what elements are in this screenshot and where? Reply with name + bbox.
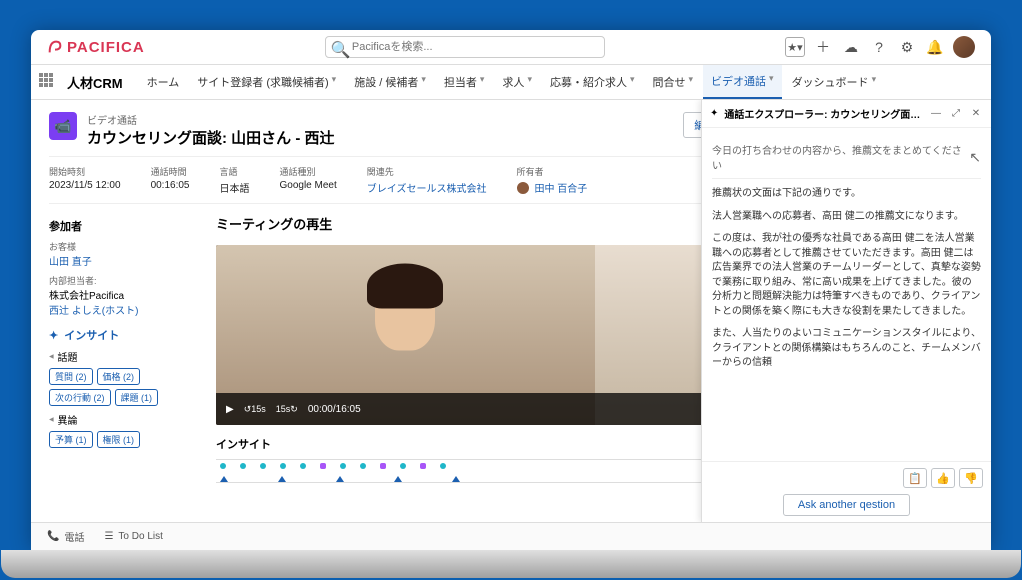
rewind-15-icon[interactable]: ↺15s bbox=[244, 404, 266, 415]
field-value-duration: 00:16:05 bbox=[151, 180, 190, 191]
ask-another-button[interactable]: Ask another qestion bbox=[783, 494, 910, 516]
topic-tag[interactable]: 次の行動 (2) bbox=[49, 389, 111, 406]
nav-apply[interactable]: 応募・紹介求人▾ bbox=[542, 66, 643, 98]
chevron-down-icon: ▾ bbox=[769, 73, 774, 89]
footer-todo[interactable]: ☰To Do List bbox=[104, 531, 162, 542]
phone-icon: 📞 bbox=[47, 531, 59, 542]
cursor-icon: ↖ bbox=[969, 149, 981, 166]
sparkle-icon: ✦ bbox=[710, 108, 718, 119]
record-type-icon: 📹 bbox=[49, 112, 77, 140]
chat-response-para: 法人営業職への応募者、高田 健二の推薦文になります。 bbox=[712, 210, 981, 225]
topic-tag[interactable]: 価格 (2) bbox=[97, 368, 141, 385]
app-name: 人材CRM bbox=[67, 73, 123, 92]
app-launcher-icon[interactable] bbox=[39, 73, 57, 91]
insights-heading: ✦インサイト bbox=[49, 327, 204, 343]
company-name: 株式会社Pacifica bbox=[49, 287, 204, 302]
playback-title: ミーティングの再生 bbox=[216, 214, 332, 233]
record-title: カウンセリング面談: 山田さん - 西辻 bbox=[87, 127, 673, 148]
field-label-start: 開始時刻 bbox=[49, 165, 121, 178]
favorite-dropdown[interactable]: ★▾ bbox=[785, 37, 805, 57]
chevron-down-icon: ▾ bbox=[630, 74, 635, 90]
close-icon[interactable]: ✕ bbox=[969, 108, 983, 119]
user-avatar[interactable] bbox=[953, 36, 975, 58]
field-value-related[interactable]: ブレイズセールス株式会社 bbox=[367, 180, 487, 195]
field-label-calltype: 通話種別 bbox=[280, 165, 337, 178]
record-type-label: ビデオ通話 bbox=[87, 112, 673, 127]
customer-label: お客様 bbox=[49, 240, 204, 253]
chat-response-para: この度は、我が社の優秀な社員である高田 健二を法人営業職への応募者として推薦させ… bbox=[712, 232, 981, 319]
list-icon: ☰ bbox=[104, 531, 113, 542]
app-logo: PACIFICA bbox=[47, 39, 145, 56]
field-label-duration: 通話時間 bbox=[151, 165, 190, 178]
thumbs-down-icon[interactable]: 👎 bbox=[959, 468, 983, 488]
topics-section-toggle[interactable]: ▾話題 bbox=[49, 349, 204, 364]
nav-dashboard[interactable]: ダッシュボード▾ bbox=[784, 66, 885, 98]
forward-15-icon[interactable]: 15s↻ bbox=[276, 404, 298, 415]
nav-inquiry[interactable]: 問合せ▾ bbox=[645, 66, 702, 98]
search-icon: 🔍 bbox=[331, 40, 351, 60]
nav-job[interactable]: 求人▾ bbox=[494, 66, 540, 98]
sparkle-icon: ✦ bbox=[49, 329, 58, 342]
chevron-down-icon: ▾ bbox=[872, 74, 877, 90]
participants-heading: 参加者 bbox=[49, 218, 204, 234]
org-icon[interactable]: ☁ bbox=[841, 37, 861, 57]
global-search-input[interactable] bbox=[325, 36, 605, 58]
field-value-calltype: Google Meet bbox=[280, 180, 337, 191]
nav-video-call[interactable]: ビデオ通話▾ bbox=[703, 65, 782, 99]
minimize-icon[interactable]: — bbox=[929, 108, 943, 119]
field-label-related: 関連先 bbox=[367, 165, 487, 178]
objections-section-toggle[interactable]: ▾異論 bbox=[49, 412, 204, 427]
expand-icon[interactable]: ⤢ bbox=[949, 108, 963, 119]
copy-icon[interactable]: 📋 bbox=[903, 468, 927, 488]
nav-contact[interactable]: 担当者▾ bbox=[436, 66, 493, 98]
help-icon[interactable]: ? bbox=[869, 37, 889, 57]
settings-icon[interactable]: ⚙ bbox=[897, 37, 917, 57]
topic-tag[interactable]: 質問 (2) bbox=[49, 368, 93, 385]
nav-site-reg[interactable]: サイト登録者 (求職候補者)▾ bbox=[189, 66, 344, 98]
timeline-label: インサイト bbox=[216, 436, 271, 452]
topic-tag[interactable]: 課題 (1) bbox=[115, 389, 159, 406]
field-label-language: 言語 bbox=[220, 165, 250, 178]
chat-response-para: また、人当たりのよいコミュニケーションスタイルにより、クライアントとの関係構築は… bbox=[712, 327, 981, 371]
customer-link[interactable]: 山田 直子 bbox=[49, 253, 204, 268]
objection-tag[interactable]: 予算 (1) bbox=[49, 431, 93, 448]
chat-response-para: 推薦状の文面は下記の通りです。 bbox=[712, 187, 981, 202]
chat-panel-title: 通話エクスプローラー: カウンセリング面談: 山田さ... bbox=[724, 106, 923, 121]
nav-home[interactable]: ホーム bbox=[139, 66, 188, 98]
objection-tag[interactable]: 権限 (1) bbox=[97, 431, 141, 448]
play-icon[interactable]: ▶ bbox=[226, 404, 234, 415]
nav-facility[interactable]: 施設 / 候補者▾ bbox=[346, 66, 434, 98]
host-link[interactable]: 西辻 よしえ(ホスト) bbox=[49, 302, 204, 317]
field-value-owner[interactable]: 田中 百合子 bbox=[516, 180, 587, 195]
add-icon[interactable]: ＋ bbox=[813, 37, 833, 57]
internal-label: 内部担当者: bbox=[49, 274, 204, 287]
logo-icon bbox=[47, 39, 63, 55]
chevron-down-icon: ▾ bbox=[689, 74, 694, 90]
video-time: 00:00/16:05 bbox=[308, 404, 361, 415]
field-value-language: 日本語 bbox=[220, 180, 250, 195]
chevron-down-icon: ▾ bbox=[480, 74, 485, 90]
thumbs-up-icon[interactable]: 👍 bbox=[931, 468, 955, 488]
chat-user-prompt: 今日の打ち合わせの内容から、推薦文をまとめてください ↖ bbox=[712, 136, 981, 179]
field-value-start: 2023/11/5 12:00 bbox=[49, 180, 121, 191]
chevron-down-icon: ▾ bbox=[421, 74, 426, 90]
owner-avatar-icon bbox=[516, 181, 530, 195]
chevron-down-icon: ▾ bbox=[332, 74, 337, 90]
footer-phone[interactable]: 📞電話 bbox=[47, 529, 84, 544]
notifications-icon[interactable]: 🔔 bbox=[925, 37, 945, 57]
chevron-down-icon: ▾ bbox=[527, 74, 532, 90]
field-label-owner: 所有者 bbox=[516, 165, 587, 178]
